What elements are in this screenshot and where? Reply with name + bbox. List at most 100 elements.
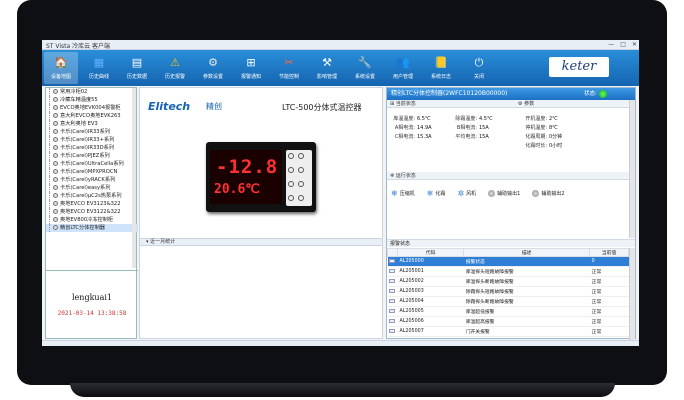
toolbar-power-button[interactable]: ⏻ 关闭 — [462, 52, 496, 84]
tree-item[interactable]: 卡乐(Carel)PJEZ系列 — [46, 152, 138, 160]
kv-row: 停机温度: 8℃ — [519, 124, 557, 131]
device-node-icon — [53, 145, 58, 150]
tree-item-label: 奥地EVCO EV3123&322 — [60, 201, 121, 207]
monthly-stats-header[interactable]: ▾ 近一月统计 — [140, 238, 382, 246]
tree-item[interactable]: 卡乐(Carel)easy系列 — [46, 184, 138, 192]
toolbar-alarm-notify-button[interactable]: ⊞ 报警通知 — [234, 52, 268, 84]
run-status-label: 辅助输出2 — [541, 191, 565, 197]
tree-item[interactable]: 卡乐(Carel)MPXPROCN — [46, 168, 138, 176]
run-status-item: 辅助输出1 — [488, 190, 520, 197]
toolbar-data-table-button[interactable]: ▤ 历史数据 — [120, 52, 154, 84]
toolbar-log-button[interactable]: 📒 系统日志 — [424, 52, 458, 84]
kv-label: 化霜时长: — [525, 143, 547, 149]
keter-logo: keter — [549, 57, 609, 77]
map-icon: 🏠 — [54, 56, 68, 69]
toolbar-chart-button[interactable]: ▦ 历史曲线 — [82, 52, 116, 84]
tools-icon: ✂ — [284, 56, 294, 69]
alarm-col-code[interactable]: 代码 — [396, 248, 465, 257]
toolbar-label: 报警通知 — [240, 74, 261, 80]
kv-value: 0分钟 — [549, 134, 563, 140]
kv-row: 化霜周期: 0分钟 — [519, 133, 562, 140]
status-indicator-icon — [599, 90, 607, 98]
device-node-icon — [53, 153, 58, 158]
kv-row: 平均电流: 15A — [451, 133, 489, 140]
tree-item[interactable]: 常用冷柜02 — [46, 88, 138, 96]
tool-icon: ⚒ — [322, 56, 332, 69]
device-tree-panel: 常用冷柜02 冷藏车精温度55 EVCO奥地EVK004报警柜 意大利EVCO奥地EV… — [45, 87, 138, 339]
tree-item[interactable]: 奥地EV800冷冻控制柜 — [46, 216, 138, 224]
kv-label: B相电流: — [456, 125, 477, 131]
status-bar — [42, 340, 639, 346]
close-button[interactable]: ✕ — [632, 41, 637, 48]
tree-item[interactable]: 奥地EVCO EV3123&322 — [46, 200, 138, 208]
kv-row: 开机温度: 2℃ — [519, 115, 557, 122]
window-title: ST Vista 冷库云 客户端 — [46, 43, 110, 50]
device-node-icon — [53, 177, 58, 182]
minimize-button[interactable]: — — [608, 41, 614, 48]
alarm-code: AL205005 — [397, 306, 464, 317]
alarm-code: AL205004 — [397, 296, 464, 307]
toolbar-label: 设备地图 — [50, 74, 71, 80]
running-section-header: ⊞ 当前状态 — [387, 100, 515, 108]
tree-item[interactable]: 冷藏车精温度55 — [46, 96, 138, 104]
tree-item[interactable]: 意大利奥地 EV3 — [46, 120, 138, 128]
alarm-row[interactable]: AL205001 库温探头短路故障报警 正常 — [387, 266, 629, 277]
tree-item[interactable]: 卡乐(Carel)IR33+系列 — [46, 136, 138, 144]
tree-item[interactable]: 卡乐(Carel)IR33系列 — [46, 128, 138, 136]
tree-item[interactable]: 卡乐(Carel)UltraCella系列 — [46, 160, 138, 168]
alarm-row[interactable]: AL205007 门开关报警 正常 — [387, 326, 629, 337]
alarm-row[interactable]: AL205003 除霜探头短路故障报警 正常 — [387, 286, 629, 297]
tree-item-label: 卡乐(Carel)yRACK系列 — [60, 177, 116, 183]
alarm-code: AL205007 — [397, 326, 464, 337]
alarm-row-icon — [387, 296, 398, 307]
toolbar-label: 历史数据 — [126, 74, 147, 80]
tree-scrollbar[interactable] — [132, 88, 136, 268]
alarm-row-icon — [387, 316, 398, 327]
alarm-row[interactable]: AL205002 库温探头断路故障报警 正常 — [387, 276, 629, 287]
kv-value: 4.5℃ — [479, 116, 493, 122]
kv-value: 15A — [479, 134, 489, 140]
toolbar-warning-button[interactable]: ⚠ 历史报警 — [158, 52, 192, 84]
alarm-row[interactable]: AL205006 库温超高报警 正常 — [387, 316, 629, 327]
title-bar: ST Vista 冷库云 客户端 — □ ✕ — [42, 40, 639, 50]
toolbar-wrench-button[interactable]: 🔧 系统设置 — [348, 52, 382, 84]
alarm-desc: 除霜探头断路故障报警 — [463, 296, 590, 307]
alarm-value: 0 — [589, 256, 629, 267]
kv-row: 除霜温度: 4.5℃ — [451, 115, 493, 122]
alarm-scrollbar[interactable] — [629, 248, 635, 340]
tree-item[interactable]: 意大利EVCO奥地EVK263 — [46, 112, 138, 120]
tree-item[interactable]: EVCO奥地EVK004报警柜 — [46, 104, 138, 112]
toolbar-users-button[interactable]: 👥 用户管理 — [386, 52, 420, 84]
tree-item[interactable]: 卡乐(Carel)μC2s热泵系列 — [46, 192, 138, 200]
tree-item-label: 卡乐(Carel)IR33D系列 — [60, 145, 114, 151]
alarm-row[interactable]: AL205005 库温超低报警 正常 — [387, 306, 629, 317]
device-node-icon — [53, 209, 58, 214]
controller-keys — [286, 150, 312, 206]
toolbar-tool-button[interactable]: ⚒ 影响管理 — [310, 52, 344, 84]
toolbar-gear-button[interactable]: ⚙ 参数设置 — [196, 52, 230, 84]
tree-item[interactable]: 奥地EVCO EV3122&322 — [46, 208, 138, 216]
kv-row: B相电流: 15A — [451, 124, 489, 131]
defrost-icon: ❄ — [426, 189, 434, 198]
alarm-row[interactable]: AL205004 除霜探头断路故障报警 正常 — [387, 296, 629, 307]
alarm-row[interactable]: AL205000 报警状态 0 — [387, 256, 629, 267]
tree-item[interactable]: 卡乐(Carel)yRACK系列 — [46, 176, 138, 184]
tree-item[interactable]: 卡乐(Carel)IR33D系列 — [46, 144, 138, 152]
detail-scrollbar[interactable] — [629, 100, 635, 238]
maximize-button[interactable]: □ — [620, 41, 626, 48]
device-node-icon — [53, 161, 58, 166]
toolbar-label: 用户管理 — [392, 74, 413, 80]
alarm-value: 正常 — [589, 316, 629, 327]
toolbar-map-button[interactable]: 🏠 设备地图 — [44, 52, 78, 84]
device-node-icon — [53, 137, 58, 142]
device-node-icon — [53, 201, 58, 206]
toolbar-label: 节能控制 — [278, 74, 299, 80]
alarm-col-desc[interactable]: 描述 — [463, 248, 591, 257]
toolbar-tools-button[interactable]: ✂ 节能控制 — [272, 52, 306, 84]
tree-item[interactable]: 精创LTC分体控制器 — [46, 224, 138, 232]
alarm-col-value[interactable]: 当前值 — [589, 248, 629, 257]
alarm-desc: 库温探头短路故障报警 — [463, 266, 590, 277]
fan-icon: ✲ — [457, 189, 465, 198]
kv-label: 开机温度: — [525, 116, 547, 122]
run-status-label: 风机 — [466, 191, 477, 197]
